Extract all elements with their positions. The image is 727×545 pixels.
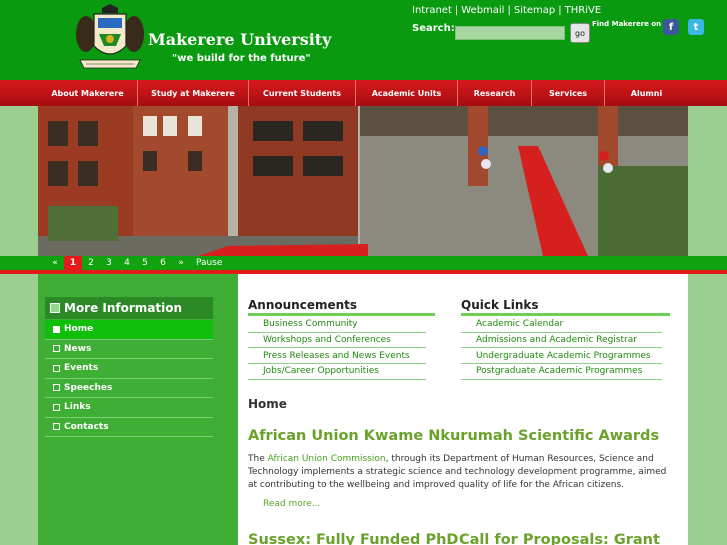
nav-services[interactable]: Services — [532, 80, 605, 106]
sidebar-item-label: Home — [64, 324, 94, 335]
announcements-list: Business Community Workshops and Confere… — [248, 317, 426, 380]
sidebar-menu: Home News Events Speeches Links Contacts — [45, 320, 213, 437]
article-text: The — [248, 454, 268, 464]
pager-bar-left — [0, 256, 38, 270]
quick-links-title: Quick Links — [461, 298, 539, 312]
slideshow-pager: « 1 2 3 4 5 6 » Pause — [38, 256, 688, 270]
quick-link[interactable]: Undergraduate Academic Programmes — [461, 348, 662, 365]
university-crest-logo[interactable] — [72, 4, 148, 70]
announcements-underline — [248, 313, 435, 316]
sidebar-item-label: News — [64, 343, 92, 354]
quick-link[interactable]: Postgraduate Academic Programmes — [461, 364, 662, 380]
sidebar-item-links[interactable]: Links — [45, 398, 213, 418]
article-title[interactable]: African Union Kwame Nkurumah Scientific … — [248, 428, 659, 444]
main-navigation: About Makerere Study at Makerere Current… — [0, 80, 727, 106]
announcement-link[interactable]: Press Releases and News Events — [248, 348, 426, 365]
sidebar-item-news[interactable]: News — [45, 340, 213, 359]
african-union-commission-link[interactable]: African Union Commission — [268, 454, 386, 464]
top-links: Intranet | Webmail | Sitemap | THRiVE — [412, 5, 601, 16]
pager-page-2[interactable]: 2 — [82, 258, 100, 268]
nav-current-students[interactable]: Current Students — [249, 80, 356, 106]
quick-link[interactable]: Admissions and Academic Registrar — [461, 333, 662, 349]
site-header: Makerere University "we build for the fu… — [0, 0, 727, 80]
sidebar: More Information Home News Events Speech… — [38, 274, 238, 545]
pager-page-3[interactable]: 3 — [100, 258, 118, 268]
quick-links-underline — [461, 313, 670, 316]
announcements-title: Announcements — [248, 298, 358, 312]
separator: | — [507, 5, 511, 16]
main-content: Announcements Business Community Worksho… — [238, 274, 688, 545]
sidebar-item-label: Contacts — [64, 421, 109, 432]
sidebar-item-label: Speeches — [64, 382, 113, 393]
article-body: The African Union Commission, through it… — [248, 453, 668, 492]
sidebar-title-label: More Information — [64, 301, 183, 315]
article-title-call-for-proposals[interactable]: Call for Proposals: Grant — [459, 532, 660, 545]
university-motto: "we build for the future" — [172, 53, 311, 64]
thrive-link[interactable]: THRiVE — [565, 5, 602, 16]
separator: | — [558, 5, 562, 16]
page-title: Home — [248, 397, 287, 411]
square-bullet-icon — [53, 345, 60, 353]
nav-study-at-makerere[interactable]: Study at Makerere — [138, 80, 249, 106]
pager-bar-right — [688, 256, 727, 270]
search-label: Search: — [412, 23, 455, 34]
square-bullet-icon — [53, 403, 60, 411]
nav-academic-units[interactable]: Academic Units — [356, 80, 458, 106]
facebook-icon[interactable]: f — [663, 19, 679, 35]
pager-page-5[interactable]: 5 — [136, 258, 154, 268]
campus-banner-image[interactable] — [38, 106, 688, 256]
separator: | — [454, 5, 459, 16]
search-input[interactable] — [455, 26, 565, 40]
webmail-link[interactable]: Webmail — [461, 5, 504, 16]
square-bullet-icon — [53, 364, 60, 372]
pager-page-4[interactable]: 4 — [118, 258, 136, 268]
sidebar-item-events[interactable]: Events — [45, 359, 213, 379]
pager-page-6[interactable]: 6 — [154, 258, 172, 268]
sidebar-item-label: Links — [64, 402, 91, 413]
square-bullet-icon — [53, 325, 60, 333]
article-title-sussex[interactable]: Sussex: Fully Funded PhD — [248, 532, 458, 545]
announcement-link[interactable]: Business Community — [248, 317, 426, 333]
pager-page-1[interactable]: 1 — [64, 256, 82, 270]
find-makerere-label: Find Makerere on : — [592, 20, 667, 28]
nav-alumni[interactable]: Alumni — [605, 80, 688, 106]
nav-about-makerere[interactable]: About Makerere — [38, 80, 138, 106]
sidebar-title: More Information — [45, 297, 213, 319]
pager-next-button[interactable]: » — [172, 258, 190, 268]
sidebar-item-home[interactable]: Home — [45, 320, 213, 340]
pager-pause-button[interactable]: Pause — [196, 258, 222, 268]
sidebar-item-label: Events — [64, 363, 99, 374]
sitemap-link[interactable]: Sitemap — [514, 5, 555, 16]
nav-research[interactable]: Research — [458, 80, 532, 106]
announcement-link[interactable]: Jobs/Career Opportunities — [248, 364, 426, 380]
square-bullet-icon — [53, 384, 60, 392]
university-name[interactable]: Makerere University — [148, 30, 331, 49]
twitter-icon[interactable]: t — [688, 19, 704, 35]
read-more-link[interactable]: Read more... — [263, 499, 320, 509]
search-go-button[interactable]: go — [570, 23, 590, 43]
quick-link[interactable]: Academic Calendar — [461, 317, 662, 333]
intranet-link[interactable]: Intranet — [412, 5, 452, 16]
pager-prev-button[interactable]: « — [46, 258, 64, 268]
square-bullet-icon — [53, 423, 60, 431]
sidebar-item-speeches[interactable]: Speeches — [45, 379, 213, 398]
sidebar-item-contacts[interactable]: Contacts — [45, 418, 213, 437]
banner-photo — [38, 106, 688, 256]
announcement-link[interactable]: Workshops and Conferences — [248, 333, 426, 349]
quick-links-list: Academic Calendar Admissions and Academi… — [461, 317, 662, 380]
square-icon — [50, 303, 60, 313]
